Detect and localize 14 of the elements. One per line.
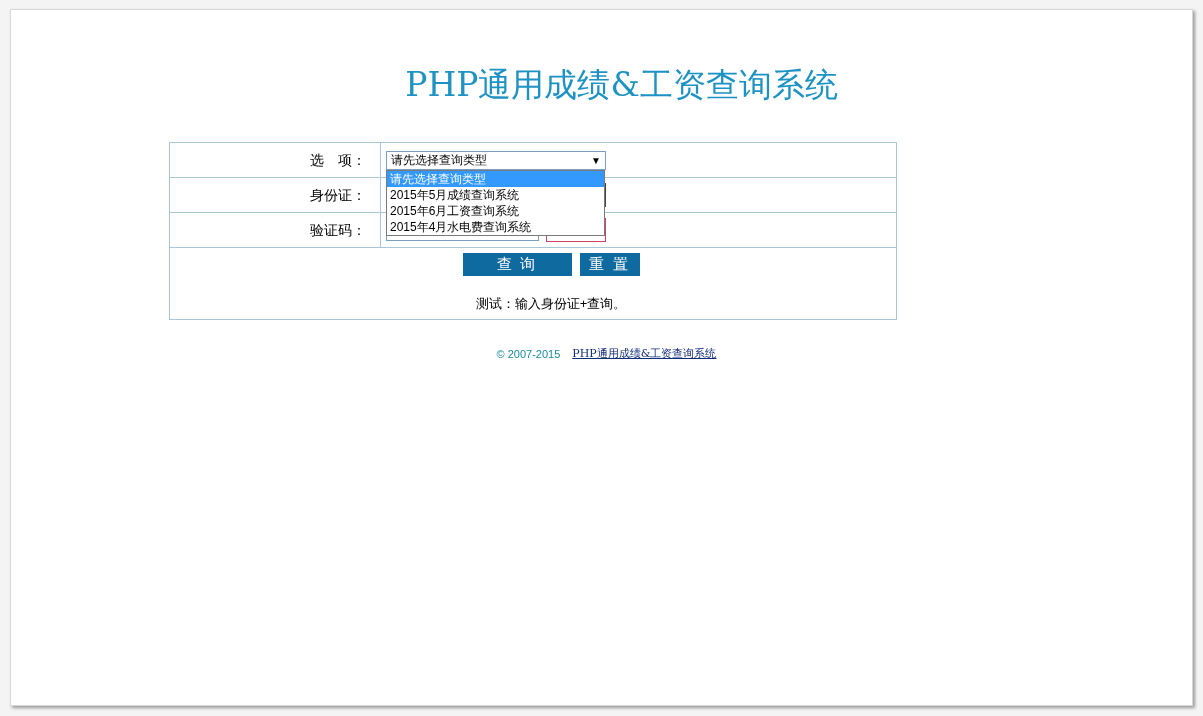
field-label: 选 项： [310, 150, 366, 170]
field-label: 身份证： [310, 185, 366, 205]
dropdown-option[interactable]: 2015年5月成绩查询系统 [387, 187, 604, 203]
page-title: PHP通用成绩&工资查询系统 [405, 65, 838, 105]
query-button[interactable]: 查 询 [462, 253, 572, 276]
type-select[interactable]: 请先选择查询类型 ▼ [386, 150, 606, 170]
reset-button[interactable]: 重 置 [579, 253, 640, 276]
dropdown-option[interactable]: 2015年4月水电费查询系统 [387, 219, 604, 235]
field-label: 验证码： [310, 220, 366, 240]
dropdown-option[interactable]: 2015年6月工资查询系统 [387, 203, 604, 219]
copyright-text: © 2007-2015 [496, 347, 561, 362]
footer-link[interactable]: PHP通用成绩&工资查询系统 [572, 346, 717, 363]
hint-text: 测试：输入身份证+查询。 [474, 295, 627, 313]
dropdown-arrow-icon: ▼ [591, 152, 601, 168]
